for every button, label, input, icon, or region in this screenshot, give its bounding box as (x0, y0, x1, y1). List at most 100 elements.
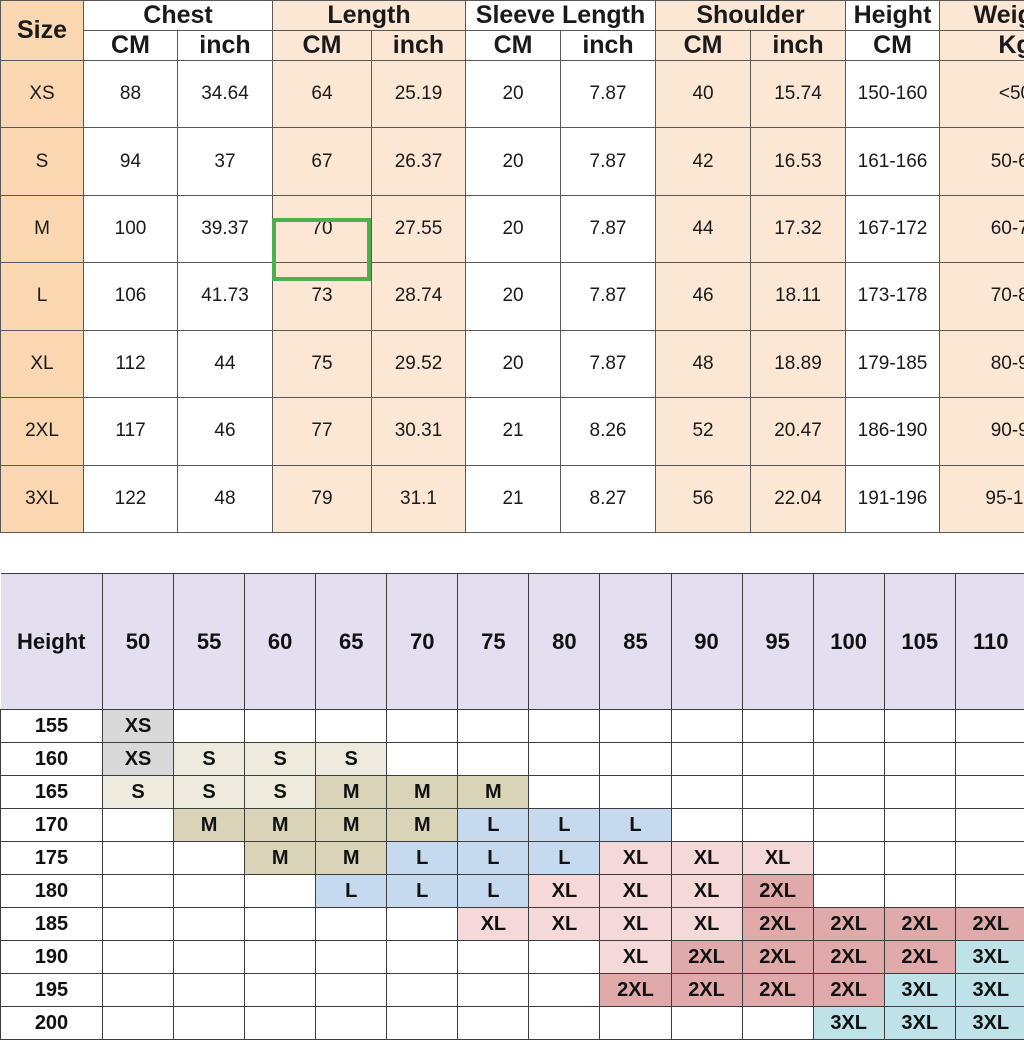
matrix-cell-s[interactable]: S (245, 776, 316, 809)
matrix-cell-empty[interactable] (387, 941, 458, 974)
matrix-cell-l[interactable]: L (458, 842, 529, 875)
matrix-cell-empty[interactable] (458, 710, 529, 743)
cell-chest-cm[interactable]: 88 (84, 61, 178, 128)
matrix-cell-s[interactable]: S (245, 743, 316, 776)
matrix-cell-2xl[interactable]: 2XL (813, 974, 884, 1007)
matrix-cell-empty[interactable] (458, 941, 529, 974)
matrix-cell-empty[interactable] (245, 875, 316, 908)
cell-chest-cm[interactable]: 94 (84, 128, 178, 195)
matrix-cell-xl[interactable]: XL (600, 875, 671, 908)
cell-sleeve-in[interactable]: 7.87 (561, 195, 656, 262)
matrix-cell-empty[interactable] (387, 974, 458, 1007)
matrix-cell-2xl[interactable]: 2XL (813, 941, 884, 974)
cell-chest-in[interactable]: 46 (178, 398, 273, 465)
cell-shoulder-cm[interactable]: 56 (656, 465, 751, 532)
cell-length-in[interactable]: 31.1 (372, 465, 466, 532)
matrix-cell-m[interactable]: M (245, 809, 316, 842)
cell-weight-kg[interactable]: 50-60 (940, 128, 1024, 195)
matrix-cell-empty[interactable] (458, 1007, 529, 1040)
cell-height-cm[interactable]: 186-190 (846, 398, 940, 465)
matrix-cell-l[interactable]: L (458, 875, 529, 908)
matrix-cell-m[interactable]: M (387, 809, 458, 842)
matrix-cell-3xl[interactable]: 3XL (884, 974, 955, 1007)
cell-shoulder-in[interactable]: 15.74 (751, 61, 846, 128)
matrix-cell-empty[interactable] (529, 1007, 600, 1040)
matrix-cell-empty[interactable] (458, 974, 529, 1007)
matrix-cell-empty[interactable] (529, 974, 600, 1007)
matrix-cell-2xl[interactable]: 2XL (671, 941, 742, 974)
matrix-cell-l[interactable]: L (316, 875, 387, 908)
matrix-cell-3xl[interactable]: 3XL (955, 974, 1024, 1007)
matrix-cell-empty[interactable] (955, 875, 1024, 908)
matrix-cell-empty[interactable] (884, 842, 955, 875)
matrix-cell-xl[interactable]: XL (671, 875, 742, 908)
matrix-cell-s[interactable]: S (103, 776, 174, 809)
cell-shoulder-in[interactable]: 17.32 (751, 195, 846, 262)
matrix-cell-3xl[interactable]: 3XL (884, 1007, 955, 1040)
matrix-cell-empty[interactable] (600, 776, 671, 809)
matrix-cell-empty[interactable] (103, 842, 174, 875)
matrix-cell-empty[interactable] (742, 1007, 813, 1040)
matrix-cell-empty[interactable] (813, 776, 884, 809)
matrix-cell-s[interactable]: S (316, 743, 387, 776)
matrix-cell-empty[interactable] (742, 710, 813, 743)
matrix-cell-empty[interactable] (671, 710, 742, 743)
cell-weight-kg[interactable]: <50 (940, 61, 1024, 128)
matrix-cell-xl[interactable]: XL (600, 941, 671, 974)
matrix-cell-empty[interactable] (387, 1007, 458, 1040)
cell-sleeve-in[interactable]: 7.87 (561, 330, 656, 397)
cell-shoulder-cm[interactable]: 46 (656, 263, 751, 330)
matrix-cell-l[interactable]: L (529, 809, 600, 842)
cell-sleeve-cm[interactable]: 21 (466, 398, 561, 465)
matrix-cell-2xl[interactable]: 2XL (742, 908, 813, 941)
matrix-cell-empty[interactable] (103, 809, 174, 842)
cell-weight-kg[interactable]: 60-70 (940, 195, 1024, 262)
cell-length-in[interactable]: 28.74 (372, 263, 466, 330)
cell-height-cm[interactable]: 167-172 (846, 195, 940, 262)
matrix-cell-empty[interactable] (955, 776, 1024, 809)
cell-shoulder-in[interactable]: 20.47 (751, 398, 846, 465)
matrix-cell-empty[interactable] (174, 941, 245, 974)
matrix-cell-empty[interactable] (529, 710, 600, 743)
matrix-cell-empty[interactable] (742, 776, 813, 809)
matrix-cell-empty[interactable] (884, 776, 955, 809)
matrix-cell-3xl[interactable]: 3XL (955, 941, 1024, 974)
cell-sleeve-cm[interactable]: 20 (466, 263, 561, 330)
matrix-cell-empty[interactable] (174, 875, 245, 908)
cell-chest-cm[interactable]: 117 (84, 398, 178, 465)
matrix-cell-empty[interactable] (884, 809, 955, 842)
matrix-cell-empty[interactable] (245, 1007, 316, 1040)
matrix-cell-2xl[interactable]: 2XL (742, 875, 813, 908)
cell-shoulder-in[interactable]: 18.11 (751, 263, 846, 330)
matrix-cell-m[interactable]: M (316, 776, 387, 809)
cell-height-cm[interactable]: 179-185 (846, 330, 940, 397)
cell-shoulder-cm[interactable]: 42 (656, 128, 751, 195)
matrix-cell-empty[interactable] (387, 743, 458, 776)
cell-sleeve-cm[interactable]: 20 (466, 330, 561, 397)
matrix-cell-empty[interactable] (813, 809, 884, 842)
cell-shoulder-cm[interactable]: 44 (656, 195, 751, 262)
matrix-cell-empty[interactable] (529, 776, 600, 809)
cell-chest-in[interactable]: 37 (178, 128, 273, 195)
matrix-cell-empty[interactable] (174, 908, 245, 941)
matrix-cell-xl[interactable]: XL (671, 842, 742, 875)
cell-length-cm[interactable]: 77 (273, 398, 372, 465)
matrix-cell-xl[interactable]: XL (742, 842, 813, 875)
matrix-cell-empty[interactable] (813, 842, 884, 875)
matrix-cell-empty[interactable] (174, 1007, 245, 1040)
matrix-cell-empty[interactable] (813, 875, 884, 908)
cell-length-in[interactable]: 26.37 (372, 128, 466, 195)
cell-weight-kg[interactable]: 70-80 (940, 263, 1024, 330)
matrix-cell-l[interactable]: L (529, 842, 600, 875)
cell-shoulder-cm[interactable]: 52 (656, 398, 751, 465)
cell-chest-cm[interactable]: 100 (84, 195, 178, 262)
matrix-cell-xl[interactable]: XL (600, 908, 671, 941)
matrix-cell-m[interactable]: M (174, 809, 245, 842)
matrix-cell-empty[interactable] (955, 842, 1024, 875)
matrix-cell-xl[interactable]: XL (671, 908, 742, 941)
matrix-cell-xl[interactable]: XL (600, 842, 671, 875)
matrix-cell-2xl[interactable]: 2XL (671, 974, 742, 1007)
cell-weight-kg[interactable]: 95-100 (940, 465, 1024, 532)
matrix-cell-empty[interactable] (600, 743, 671, 776)
matrix-cell-empty[interactable] (742, 809, 813, 842)
